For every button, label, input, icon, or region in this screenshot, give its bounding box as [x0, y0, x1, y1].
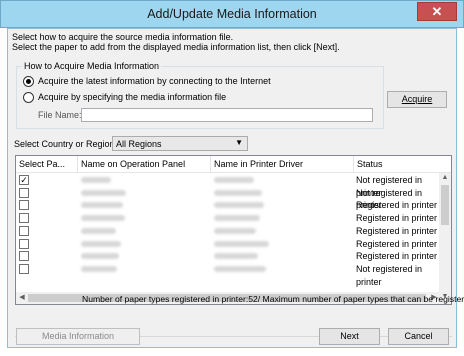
title-bar: Add/Update Media Information ✕ — [0, 0, 464, 28]
driver-name-cell — [214, 227, 256, 234]
acquire-button[interactable]: Acquire — [387, 91, 447, 108]
file-radio-label[interactable]: Acquire by specifying the media informat… — [38, 92, 226, 102]
column-header-select[interactable]: Select Pa... — [16, 156, 78, 173]
select-paper-checkbox[interactable] — [19, 200, 29, 211]
select-paper-checkbox[interactable] — [19, 251, 29, 262]
table-row[interactable]: Registered in printer — [16, 199, 440, 212]
media-information-button[interactable]: Media Information — [16, 328, 140, 345]
driver-name-cell — [214, 265, 266, 272]
vertical-scrollbar[interactable]: ▲ ▼ — [439, 173, 451, 304]
select-paper-checkbox[interactable] — [19, 213, 29, 224]
table-row[interactable]: Not registered in printer — [16, 187, 440, 210]
internet-radio-label[interactable]: Acquire the latest information by connec… — [38, 76, 271, 86]
file-name-field[interactable] — [81, 108, 373, 122]
instruction-line-1: Select how to acquire the source media i… — [12, 32, 234, 42]
driver-name-cell — [214, 177, 254, 183]
panel-name-cell — [81, 202, 123, 209]
driver-name-cell — [214, 215, 260, 222]
select-paper-checkbox[interactable] — [19, 238, 29, 249]
region-label: Select Country or Region — [14, 139, 115, 149]
instruction-line-2: Select the paper to add from the display… — [12, 42, 340, 52]
file-radio[interactable] — [23, 92, 34, 103]
driver-name-cell — [214, 202, 264, 209]
select-paper-checkbox[interactable]: ✓ — [19, 175, 29, 185]
driver-name-cell — [214, 253, 258, 260]
driver-name-cell — [214, 189, 262, 196]
panel-name-cell — [81, 227, 116, 234]
region-select-value: All Regions — [116, 139, 162, 149]
column-header-status[interactable]: Status — [354, 156, 451, 173]
panel-name-cell — [81, 240, 121, 247]
table-row[interactable]: Registered in printer — [16, 250, 440, 263]
close-button[interactable]: ✕ — [417, 2, 457, 21]
chevron-down-icon: ▼ — [235, 138, 243, 147]
media-list-header: Select Pa... Name on Operation Panel Nam… — [16, 156, 451, 173]
panel-name-cell — [81, 265, 117, 272]
status-cell: Registered in printer — [356, 225, 438, 236]
paper-count-text: Number of paper types registered in prin… — [82, 294, 464, 304]
select-paper-checkbox[interactable] — [19, 225, 29, 236]
table-row[interactable]: Registered in printer — [16, 225, 440, 238]
status-cell: Registered in printer — [356, 213, 438, 224]
status-cell: Registered in printer — [356, 238, 438, 249]
status-cell: Registered in printer — [356, 200, 438, 211]
column-header-driver-name[interactable]: Name in Printer Driver — [211, 156, 354, 173]
panel-name-cell — [81, 253, 119, 260]
next-button[interactable]: Next — [319, 328, 380, 345]
scroll-left-icon[interactable]: ◀ — [17, 293, 27, 303]
vertical-scroll-thumb[interactable] — [441, 185, 449, 225]
column-header-panel-name[interactable]: Name on Operation Panel — [78, 156, 211, 173]
select-paper-checkbox[interactable] — [19, 263, 29, 274]
cancel-button[interactable]: Cancel — [388, 328, 449, 345]
table-row[interactable]: Registered in printer — [16, 212, 440, 225]
internet-radio[interactable] — [23, 76, 34, 87]
media-list[interactable]: Select Pa... Name on Operation Panel Nam… — [15, 155, 452, 305]
panel-name-cell — [81, 215, 125, 222]
acquire-method-legend: How to Acquire Media Information — [22, 61, 162, 71]
status-cell: Registered in printer — [356, 251, 438, 262]
panel-name-cell — [81, 189, 126, 196]
select-paper-checkbox[interactable] — [19, 187, 29, 198]
driver-name-cell — [214, 240, 269, 247]
table-row[interactable]: Not registered in printer — [16, 263, 440, 287]
status-cell: Not registered in printer — [356, 263, 423, 287]
table-row[interactable]: Registered in printer — [16, 238, 440, 251]
scroll-up-icon[interactable]: ▲ — [439, 174, 451, 184]
panel-name-cell — [81, 177, 111, 183]
region-select[interactable]: All Regions ▼ — [112, 136, 248, 151]
window-title: Add/Update Media Information — [147, 7, 317, 21]
acquire-button-label: Acquire — [401, 94, 433, 104]
table-row[interactable]: ✓ Not registered in printer — [16, 174, 440, 198]
file-name-label: File Name: — [38, 110, 82, 120]
dialog-body: Select how to acquire the source media i… — [7, 28, 464, 348]
